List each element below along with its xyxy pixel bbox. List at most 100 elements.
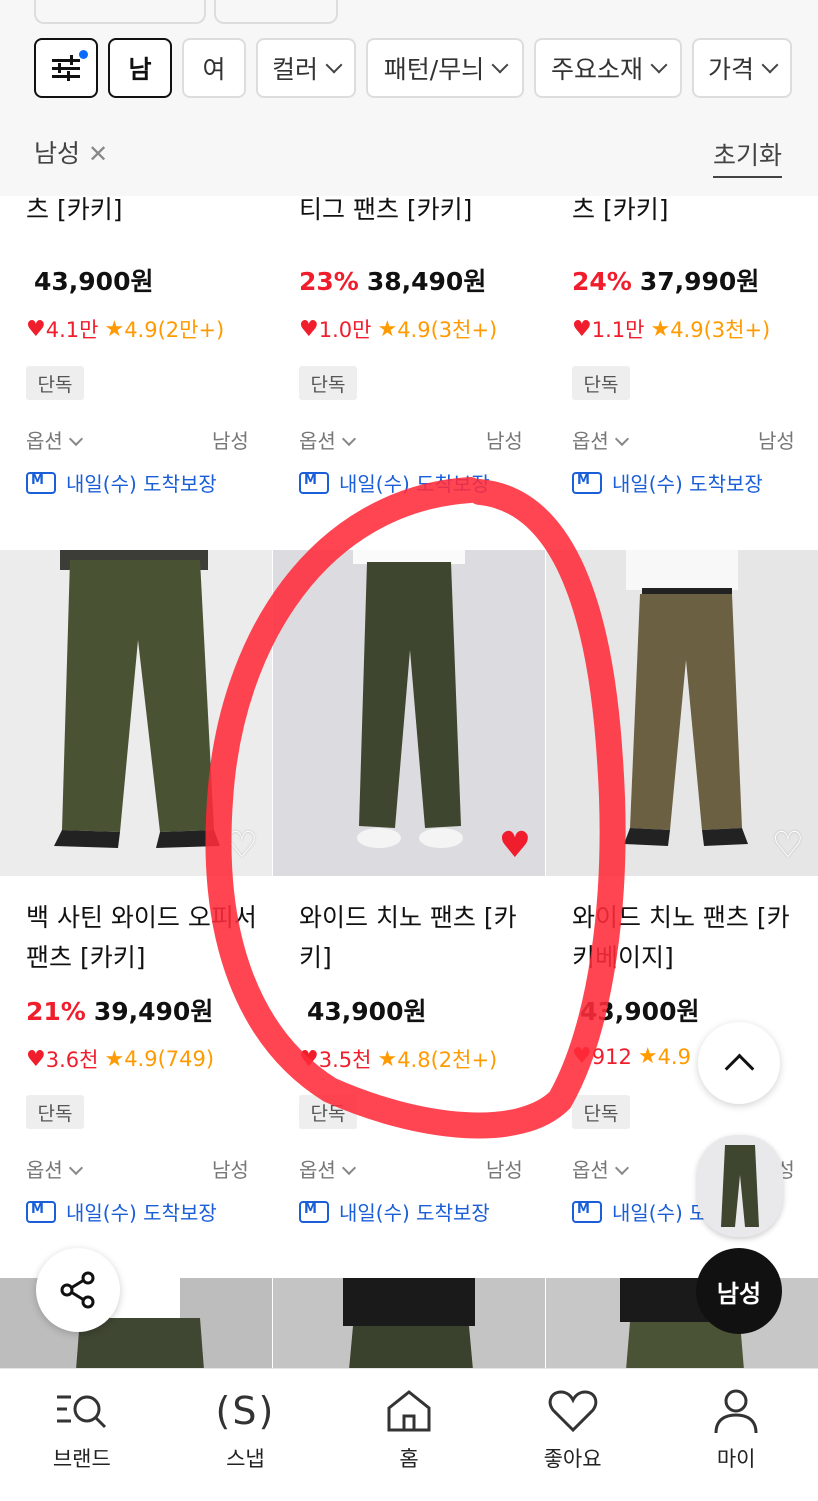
heart-icon: ♥: [299, 316, 319, 342]
chevron-down-icon: [614, 1160, 629, 1176]
heart-icon: ♥: [26, 1046, 46, 1072]
share-icon: [60, 1271, 95, 1309]
product-name[interactable]: 티그 팬츠 [카키]: [299, 190, 531, 230]
like-count: 3.6천: [45, 1048, 99, 1072]
heart-icon: [548, 1390, 597, 1433]
heart-filled-icon[interactable]: ♥: [499, 828, 531, 864]
option-dropdown[interactable]: 옵션: [572, 425, 629, 454]
product-name[interactable]: 와이드 치노 팬츠 [카키]: [299, 898, 531, 978]
chevron-down-icon: [341, 1160, 356, 1176]
chip-label: 패턴/무늬: [383, 55, 485, 84]
tab-stub: [214, 0, 338, 24]
filter-chip-pattern[interactable]: 패턴/무늬: [366, 38, 524, 98]
heart-icon: ♥: [572, 316, 592, 342]
chip-label: 여: [202, 55, 226, 84]
filter-chip-color[interactable]: 컬러: [256, 38, 356, 98]
exclusive-badge: 단독: [299, 366, 357, 400]
filter-chip-female[interactable]: 여: [182, 38, 246, 98]
product-price: 23% 38,490원: [299, 262, 486, 298]
nav-home[interactable]: 홈: [327, 1369, 491, 1501]
star-icon: ★: [377, 316, 398, 342]
product-image[interactable]: ♥: [273, 550, 545, 876]
reset-button[interactable]: 초기화: [712, 136, 782, 178]
option-dropdown[interactable]: 옵션: [26, 425, 83, 454]
delivery-text: 내일(수) 도착보장: [66, 1201, 217, 1225]
truck-icon: [299, 1200, 329, 1223]
nav-likes[interactable]: 좋아요: [491, 1369, 655, 1501]
like-count: 3.5천: [318, 1048, 372, 1072]
price-value: 39,490원: [93, 997, 214, 1026]
filter-chip-price[interactable]: 가격: [692, 38, 792, 98]
chevron-down-icon: [614, 431, 629, 447]
heart-icon: ♥: [26, 316, 46, 342]
person-icon: [714, 1389, 758, 1434]
option-dropdown[interactable]: 옵션: [572, 1154, 629, 1183]
like-count: 912: [591, 1044, 632, 1069]
product-stats: ♥ 1.1만 ★ 4.9(3천+): [572, 314, 770, 344]
price-value: 43,900원: [34, 267, 154, 296]
exclusive-badge: 단독: [572, 366, 630, 400]
exclusive-badge: 단독: [299, 1095, 357, 1129]
option-label: 옵션: [572, 1158, 609, 1182]
like-count: 1.1만: [591, 318, 645, 342]
filter-settings-button[interactable]: [34, 38, 98, 98]
like-count: 4.1만: [45, 318, 99, 342]
rating-score: 4.9(3천+): [397, 318, 498, 342]
gender-label: 남성: [758, 429, 795, 453]
nav-snap[interactable]: (S) 스냅: [164, 1369, 328, 1501]
option-dropdown[interactable]: 옵션: [26, 1154, 83, 1183]
filter-chip-material[interactable]: 주요소재: [534, 38, 682, 98]
option-dropdown[interactable]: 옵션: [299, 1154, 356, 1183]
delivery-text: 내일(수) 도착보장: [612, 472, 763, 496]
option-dropdown[interactable]: 옵션: [299, 425, 356, 454]
star-icon: ★: [650, 316, 671, 342]
rating-score: 4.9(749): [124, 1047, 215, 1071]
scroll-top-button[interactable]: [698, 1022, 780, 1104]
selected-filter-tag[interactable]: 남성 ✕: [34, 134, 108, 170]
truck-icon: [572, 471, 602, 494]
filter-chip-male[interactable]: 남: [108, 38, 172, 98]
nav-my[interactable]: 마이: [654, 1369, 818, 1501]
delivery-text: 내일(수) 도착보장: [339, 472, 490, 496]
gender-toggle-button[interactable]: 남성: [696, 1248, 782, 1334]
star-icon: ★: [377, 1046, 398, 1072]
bottom-navigation: 브랜드 (S) 스냅 홈 좋아요 마이: [0, 1368, 818, 1501]
delivery-guarantee: 내일(수) 도착보장: [26, 468, 217, 497]
price-value: 43,900원: [580, 997, 700, 1026]
close-icon[interactable]: ✕: [88, 140, 108, 168]
home-icon: [387, 1390, 431, 1432]
price-value: 37,990원: [639, 267, 760, 296]
product-name[interactable]: 츠 [카키]: [26, 190, 258, 230]
option-label: 옵션: [26, 429, 63, 453]
heart-outline-icon[interactable]: ♡: [772, 828, 804, 864]
recent-item-thumbnail[interactable]: [697, 1135, 783, 1237]
rating-score: 4.8(2천+): [397, 1048, 498, 1072]
product-stats: ♥ 3.5천 ★ 4.8(2천+): [299, 1044, 497, 1074]
exclusive-badge: 단독: [26, 1095, 84, 1129]
rating-score: 4.9(2만+): [124, 318, 225, 342]
share-button[interactable]: [36, 1248, 120, 1332]
gender-label: 남성: [486, 429, 523, 453]
discount-rate: 21%: [26, 997, 86, 1026]
product-name[interactable]: 츠 [카키]: [572, 190, 804, 230]
chevron-down-icon: [325, 56, 343, 74]
nav-brand[interactable]: 브랜드: [0, 1369, 164, 1501]
chip-label: 컬러: [271, 55, 318, 84]
discount-rate: 23%: [299, 267, 359, 296]
truck-icon: [26, 1200, 56, 1223]
chevron-down-icon: [341, 431, 356, 447]
heart-outline-icon[interactable]: ♡: [226, 828, 258, 864]
product-stats: ♥ 4.1만 ★ 4.9(2만+): [26, 314, 224, 344]
product-image[interactable]: [273, 1278, 545, 1370]
product-stats: ♥ 912 ★ 4.9: [572, 1044, 691, 1069]
product-image[interactable]: ♡: [0, 550, 272, 876]
option-label: 옵션: [299, 429, 336, 453]
star-icon: ★: [104, 1046, 125, 1072]
product-stats: ♥ 1.0만 ★ 4.9(3천+): [299, 314, 497, 344]
product-name[interactable]: 백 사틴 와이드 오피서 팬츠 [카키]: [26, 898, 258, 978]
delivery-guarantee: 내일(수) 도착보장: [299, 1197, 490, 1226]
product-name[interactable]: 와이드 치노 팬츠 [카키베이지]: [572, 898, 804, 978]
delivery-text: 내일(수) 도착보장: [339, 1201, 490, 1225]
product-image[interactable]: ♡: [546, 550, 818, 876]
nav-label: 마이: [716, 1447, 756, 1471]
